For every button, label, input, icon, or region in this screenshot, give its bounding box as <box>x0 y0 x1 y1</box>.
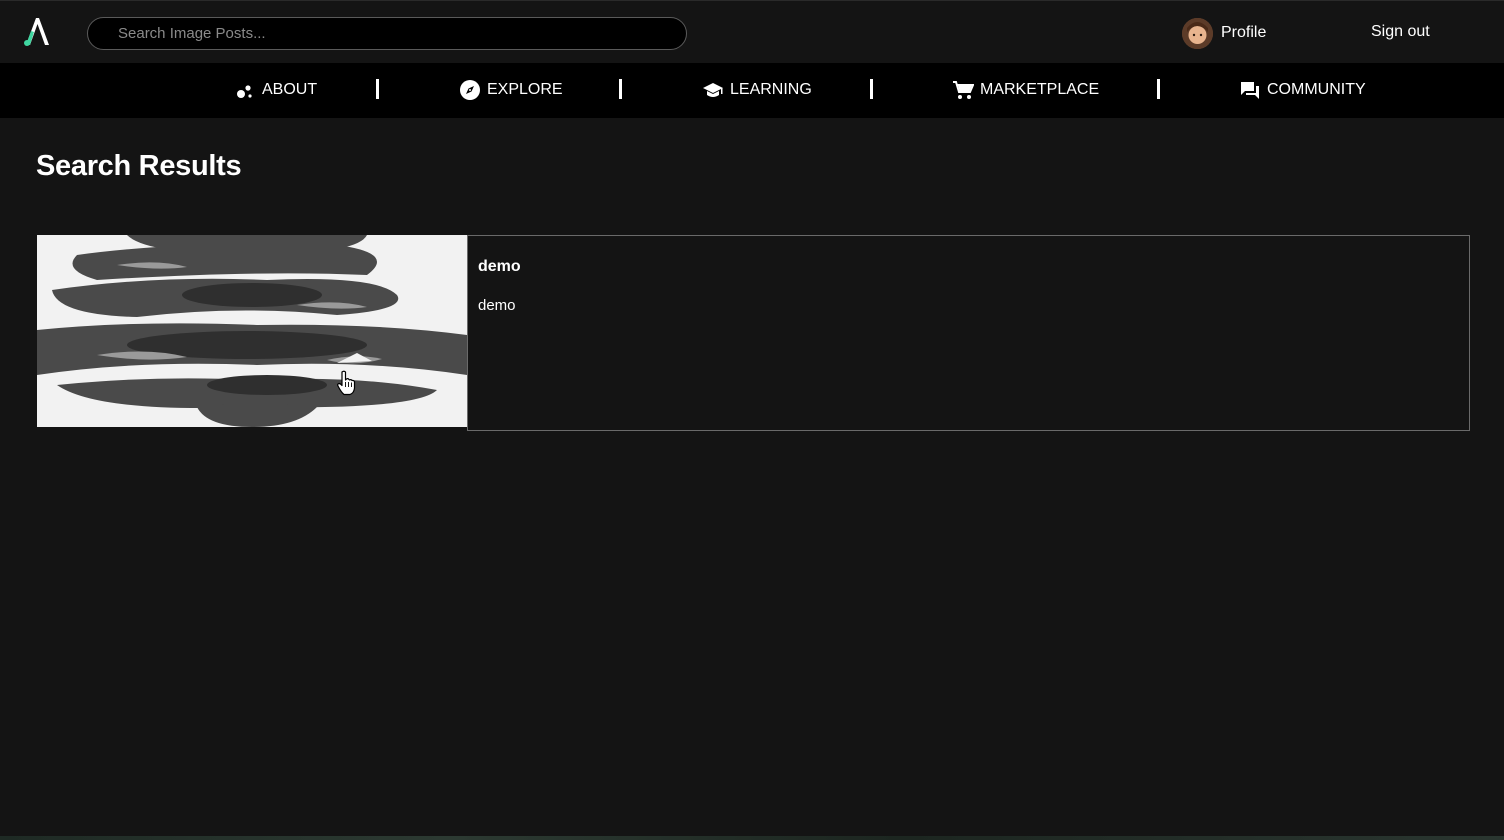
result-info: demo demo <box>467 235 1470 431</box>
result-thumbnail[interactable] <box>37 235 467 427</box>
nav-label-learning: LEARNING <box>730 81 812 98</box>
bubbles-icon <box>237 85 252 98</box>
search-input[interactable] <box>87 17 687 50</box>
graduation-cap-icon <box>703 83 723 97</box>
compass-icon <box>460 80 480 100</box>
brand-logo-icon[interactable] <box>22 15 54 47</box>
page-bottom-edge <box>0 836 1504 840</box>
nav-label-explore: EXPLORE <box>487 81 563 98</box>
cart-icon <box>953 81 974 99</box>
nav-item-community[interactable]: COMMUNITY <box>1239 79 1366 101</box>
nav-item-about[interactable]: ABOUT <box>234 79 317 101</box>
pinecone-image <box>37 235 467 427</box>
profile-label: Profile <box>1221 24 1267 41</box>
forum-icon <box>1241 82 1259 99</box>
nav-label-marketplace: MARKETPLACE <box>980 81 1100 98</box>
hand-cursor-icon <box>337 370 356 396</box>
sign-out-button[interactable]: Sign out <box>1371 23 1430 41</box>
top-bar: Profile Sign out <box>0 0 1504 63</box>
main-nav: ABOUT EXPLORE LEARNING MARKETPLACE COMMU… <box>0 63 1504 118</box>
nav-separator <box>870 79 873 99</box>
nav-label-about: ABOUT <box>262 81 318 98</box>
result-card[interactable]: demo demo <box>37 235 1470 431</box>
avatar <box>1182 17 1213 49</box>
result-title[interactable]: demo <box>478 258 1459 276</box>
page-title: Search Results <box>36 150 242 182</box>
nav-separator <box>376 79 379 99</box>
nav-item-marketplace[interactable]: MARKETPLACE <box>952 79 1099 101</box>
profile-link[interactable]: Profile <box>1182 17 1266 49</box>
nav-separator <box>619 79 622 99</box>
nav-item-learning[interactable]: LEARNING <box>702 79 812 101</box>
nav-label-community: COMMUNITY <box>1267 81 1366 98</box>
nav-separator <box>1157 79 1160 99</box>
result-description: demo <box>478 297 516 314</box>
nav-item-explore[interactable]: EXPLORE <box>459 79 563 101</box>
